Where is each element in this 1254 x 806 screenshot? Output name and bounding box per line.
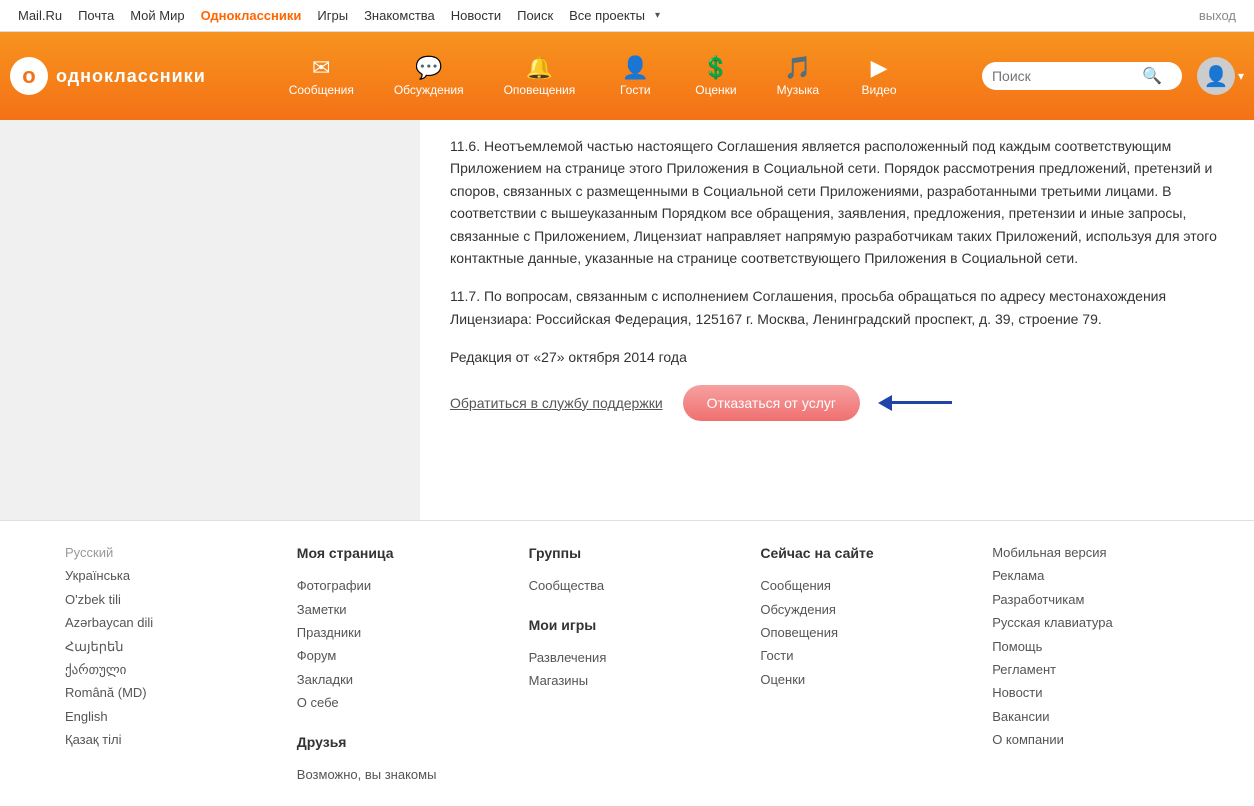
footer-notes[interactable]: Заметки: [297, 598, 509, 621]
guests-icon: 👤: [622, 55, 649, 81]
support-link[interactable]: Обратиться в службу поддержки: [450, 395, 663, 411]
footer-now-on-site-title: Сейчас на сайте: [760, 541, 972, 566]
footer-vacancies[interactable]: Вакансии: [992, 705, 1204, 728]
topnav-poisk[interactable]: Поиск: [509, 0, 561, 32]
header-nav-icons: ✉ Сообщения 💬 Обсуждения 🔔 Оповещения 👤 …: [206, 47, 982, 105]
nav-notifications[interactable]: 🔔 Оповещения: [484, 47, 596, 105]
logo-area: о одноклассники: [10, 57, 206, 95]
nav-discussions[interactable]: 💬 Обсуждения: [374, 47, 484, 105]
footer-site-guests[interactable]: Гости: [760, 644, 972, 667]
footer-maybe-know[interactable]: Возможно, вы знакомы: [297, 763, 509, 786]
footer-other: Мобильная версия Реклама Разработчикам Р…: [992, 541, 1224, 786]
topnav-mailru[interactable]: Mail.Ru: [10, 0, 70, 32]
cancel-services-button[interactable]: Отказаться от услуг: [683, 385, 860, 421]
footer-photos[interactable]: Фотографии: [297, 574, 509, 597]
sidebar: [0, 120, 420, 520]
nav-notifications-label: Оповещения: [504, 83, 576, 97]
user-area: 👤 ▾: [1197, 57, 1244, 95]
nav-guests-label: Гости: [620, 83, 651, 97]
footer-mobile[interactable]: Мобильная версия: [992, 541, 1204, 564]
topnav-znakomstva[interactable]: Знакомства: [356, 0, 443, 32]
paragraph-117: 11.7. По вопросам, связанным с исполнени…: [450, 285, 1224, 330]
footer-lang-azerbaijani[interactable]: Azərbaycan dili: [65, 611, 277, 634]
footer-my-games-title: Мои игры: [529, 613, 741, 638]
footer-lang-english[interactable]: English: [65, 705, 277, 728]
nav-music[interactable]: 🎵 Музыка: [757, 47, 839, 105]
action-row: Обратиться в службу поддержки Отказаться…: [450, 385, 1224, 421]
footer-keyboard[interactable]: Русская клавиатура: [992, 611, 1204, 634]
search-area: 🔍: [982, 62, 1182, 90]
logout-link[interactable]: выход: [1191, 8, 1244, 23]
footer-groups-games: Группы Сообщества Мои игры Развлечения М…: [529, 541, 761, 786]
footer-friends-title: Друзья: [297, 730, 509, 755]
footer-lang-armenian[interactable]: Հայերեն: [65, 635, 277, 658]
nav-discussions-label: Обсуждения: [394, 83, 464, 97]
ratings-icon: 💲: [702, 55, 729, 81]
footer-communities[interactable]: Сообщества: [529, 574, 741, 597]
nav-ratings[interactable]: 💲 Оценки: [675, 47, 756, 105]
nav-video[interactable]: ▶ Видео: [839, 47, 919, 105]
footer-about[interactable]: О себе: [297, 691, 509, 714]
footer-site-discussions[interactable]: Обсуждения: [760, 598, 972, 621]
messages-icon: ✉: [312, 55, 330, 81]
footer-bookmarks[interactable]: Закладки: [297, 668, 509, 691]
nav-music-label: Музыка: [777, 83, 819, 97]
nav-video-label: Видео: [862, 83, 897, 97]
footer-lang-current: Русский: [65, 541, 277, 564]
footer-help[interactable]: Помощь: [992, 635, 1204, 658]
footer-company[interactable]: О компании: [992, 728, 1204, 751]
footer-lang-romanian[interactable]: Română (MD): [65, 681, 277, 704]
music-icon: 🎵: [784, 55, 811, 81]
logo-text: одноклассники: [56, 66, 206, 87]
footer-lang-kazakh[interactable]: Қазақ тілі: [65, 728, 277, 751]
footer-ads[interactable]: Реклама: [992, 564, 1204, 587]
footer-shops[interactable]: Магазины: [529, 669, 741, 692]
main-content: 11.6. Неотъемлемой частью настоящего Сог…: [420, 120, 1254, 520]
arrow-head: [878, 395, 892, 411]
main-header: о одноклассники ✉ Сообщения 💬 Обсуждения…: [0, 32, 1254, 120]
footer-holidays[interactable]: Праздники: [297, 621, 509, 644]
topnav-odnoklassniki[interactable]: Одноклассники: [193, 0, 310, 32]
topnav-all-projects[interactable]: Все проекты ▾: [561, 0, 660, 32]
nav-guests[interactable]: 👤 Гости: [595, 47, 675, 105]
discussions-icon: 💬: [415, 55, 442, 81]
footer-site-ratings[interactable]: Оценки: [760, 668, 972, 691]
nav-ratings-label: Оценки: [695, 83, 736, 97]
footer-lang-georgian[interactable]: ქართული: [65, 658, 277, 681]
footer-news[interactable]: Новости: [992, 681, 1204, 704]
footer-lang-uzbek[interactable]: O'zbek tili: [65, 588, 277, 611]
search-input[interactable]: [992, 68, 1142, 84]
footer-developers[interactable]: Разработчикам: [992, 588, 1204, 611]
topnav-igry[interactable]: Игры: [309, 0, 356, 32]
footer-forum[interactable]: Форум: [297, 644, 509, 667]
topnav-pochta[interactable]: Почта: [70, 0, 122, 32]
search-button[interactable]: 🔍: [1142, 66, 1162, 86]
notifications-icon: 🔔: [526, 55, 553, 81]
footer-languages: Русский Українська O'zbek tili Azərbayca…: [65, 541, 297, 786]
topnav-moimir[interactable]: Мой Мир: [122, 0, 192, 32]
footer-groups-title: Группы: [529, 541, 741, 566]
footer-lang-ukrainian[interactable]: Українська: [65, 564, 277, 587]
logo-icon[interactable]: о: [10, 57, 48, 95]
nav-messages[interactable]: ✉ Сообщения: [269, 47, 374, 105]
footer-my-page-title: Моя страница: [297, 541, 509, 566]
top-navigation: Mail.Ru Почта Мой Мир Одноклассники Игры…: [0, 0, 1254, 32]
video-icon: ▶: [871, 55, 888, 81]
content-wrapper: 11.6. Неотъемлемой частью настоящего Сог…: [0, 120, 1254, 520]
topnav-novosti[interactable]: Новости: [443, 0, 509, 32]
footer-my-page: Моя страница Фотографии Заметки Праздник…: [297, 541, 529, 786]
footer-entertainment[interactable]: Развлечения: [529, 646, 741, 669]
arrow-line: [892, 401, 952, 404]
footer: Русский Українська O'zbek tili Azərbayca…: [0, 520, 1254, 806]
edition-date: Редакция от «27» октября 2014 года: [450, 346, 1224, 368]
paragraph-116: 11.6. Неотъемлемой частью настоящего Сог…: [450, 135, 1224, 269]
footer-now-on-site: Сейчас на сайте Сообщения Обсуждения Опо…: [760, 541, 992, 786]
footer-site-notifications[interactable]: Оповещения: [760, 621, 972, 644]
user-avatar[interactable]: 👤: [1197, 57, 1235, 95]
nav-messages-label: Сообщения: [289, 83, 354, 97]
footer-site-messages[interactable]: Сообщения: [760, 574, 972, 597]
user-dropdown-arrow[interactable]: ▾: [1238, 69, 1244, 83]
footer-regulations[interactable]: Регламент: [992, 658, 1204, 681]
arrow-indicator: [880, 395, 952, 411]
